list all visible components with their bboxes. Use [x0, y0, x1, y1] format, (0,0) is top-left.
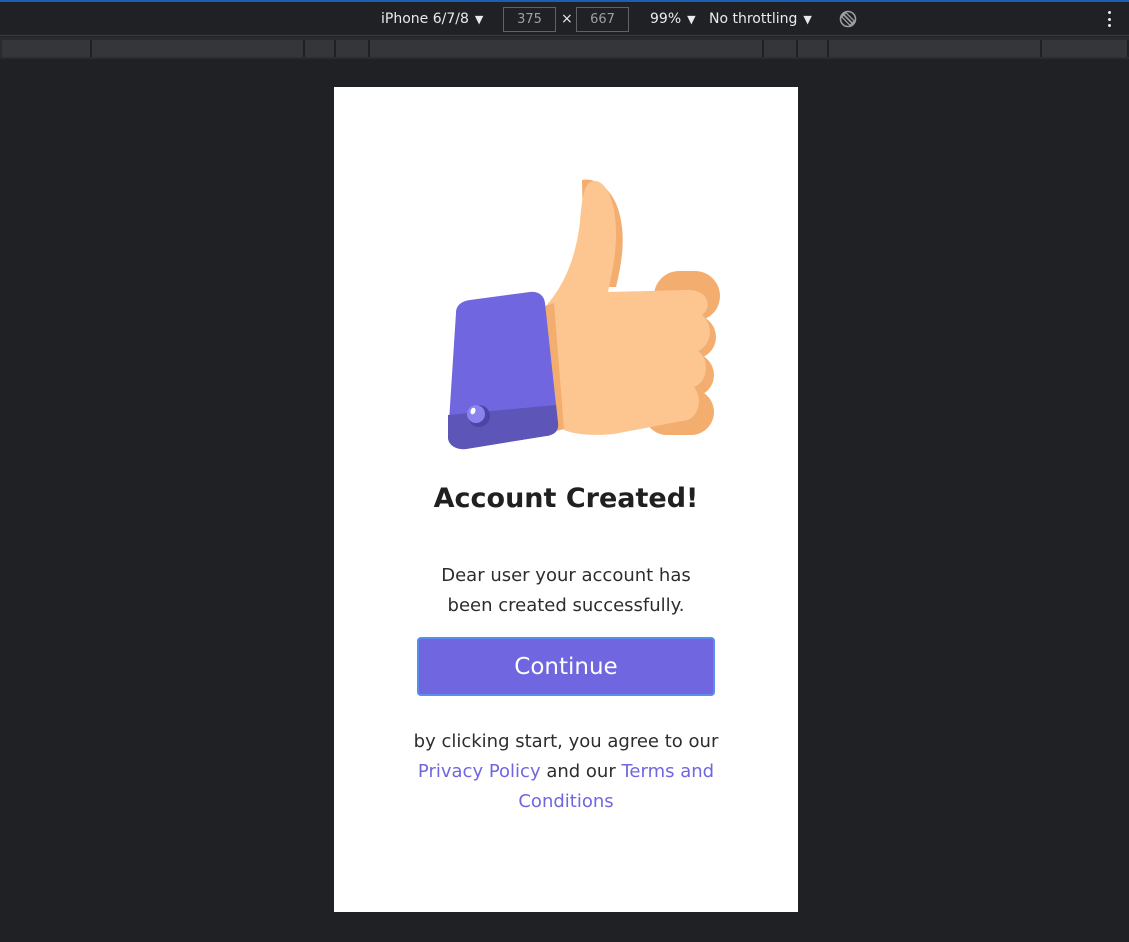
media-query-bar	[0, 37, 1129, 59]
continue-button[interactable]: Continue	[417, 637, 715, 696]
legal-text: by clicking start, you agree to our Priv…	[408, 727, 724, 817]
media-query-segment[interactable]	[336, 40, 370, 57]
width-input[interactable]	[503, 7, 556, 32]
media-query-segment[interactable]	[1042, 40, 1129, 57]
height-input[interactable]	[576, 7, 629, 32]
page-title: Account Created!	[433, 483, 699, 514]
zoom-select[interactable]: 99% ▼	[650, 2, 696, 36]
device-toolbar: iPhone 6/7/8 ▼ × 99% ▼ No throttling ▼	[0, 2, 1129, 36]
media-query-segment[interactable]	[798, 40, 829, 57]
media-query-segment[interactable]	[305, 40, 336, 57]
rotate-icon[interactable]	[838, 9, 858, 29]
success-message: Dear user your account has been created …	[441, 565, 691, 616]
legal-middle: and our	[546, 761, 616, 782]
media-query-segment[interactable]	[829, 40, 1042, 57]
chevron-down-icon: ▼	[803, 12, 812, 26]
media-query-segment[interactable]	[370, 40, 764, 57]
device-select[interactable]: iPhone 6/7/8 ▼	[381, 2, 483, 36]
media-query-segment[interactable]	[92, 40, 305, 57]
privacy-policy-link[interactable]: Privacy Policy	[418, 761, 541, 782]
more-options-icon[interactable]	[1100, 9, 1118, 29]
media-query-segment[interactable]	[764, 40, 798, 57]
thumbs-up-icon	[448, 179, 720, 450]
chevron-down-icon: ▼	[474, 12, 484, 26]
media-query-segment[interactable]	[2, 40, 92, 57]
chevron-down-icon: ▼	[687, 12, 696, 26]
device-select-label: iPhone 6/7/8	[381, 11, 469, 27]
zoom-select-label: 99%	[650, 11, 682, 27]
throttling-select-label: No throttling	[709, 11, 798, 27]
legal-prefix: by clicking start, you agree to our	[413, 731, 719, 752]
device-viewport: Account Created! Dear user your account …	[334, 87, 798, 912]
dimension-separator: ×	[561, 11, 573, 27]
throttling-select[interactable]: No throttling ▼	[709, 2, 812, 36]
